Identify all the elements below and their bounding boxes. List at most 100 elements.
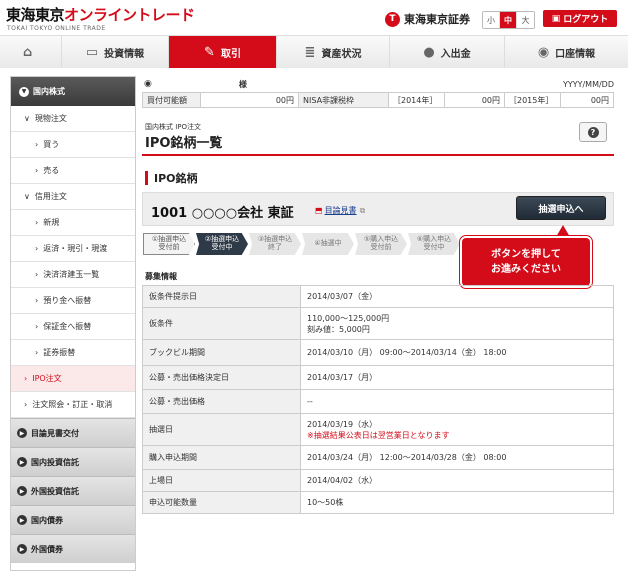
chevron-right-icon: ›	[24, 374, 28, 383]
row-label: 購入申込期間	[142, 445, 301, 470]
logo[interactable]: 東海東京オンライントレード	[6, 4, 195, 25]
home-icon: ⌂	[22, 44, 33, 60]
table-row: 公募・売出価格決定日 2014/03/17（月）	[142, 365, 614, 390]
row-value: 2014/03/10（月） 09:00～2014/03/14（金） 18:00	[300, 339, 614, 366]
sidebar-item-to-deposit[interactable]: › 預り金へ振替	[11, 288, 135, 314]
sidebar-item-to-margin[interactable]: › 保証金へ振替	[11, 314, 135, 340]
prospectus-label: 目論見書	[324, 206, 357, 215]
nav-account-info[interactable]: ◉ 口座情報	[505, 36, 628, 68]
user-icon: ◉	[144, 79, 152, 89]
logout-label: ログアウト	[563, 15, 609, 25]
nav-label: 入出金	[440, 48, 471, 60]
logout-button[interactable]: ▣ ログアウト	[543, 10, 617, 27]
font-size-large-button[interactable]: 大	[517, 12, 534, 28]
sidebar-section-foreign-bond[interactable]: ▶ 外国債券	[11, 534, 135, 563]
chevron-right-icon: ›	[35, 296, 39, 305]
sidebar-item-genbutsu[interactable]: ∨ 現物注文	[11, 106, 135, 132]
sidebar-section-label: 国内債券	[31, 515, 63, 525]
nav-label: 口座情報	[555, 48, 596, 60]
nav-investment-info[interactable]: ▭ 投資情報	[62, 36, 169, 68]
chevron-right-icon: ›	[24, 400, 28, 409]
row-label: 公募・売出価格決定日	[142, 365, 301, 390]
chevron-right-icon: ▶	[17, 544, 27, 554]
step-4: ④抽選中	[302, 233, 354, 255]
step-line2: 受付中	[423, 243, 445, 251]
row-value: 110,000～125,000円	[307, 313, 390, 323]
sidebar-item-label: 決済済建玉一覧	[43, 270, 100, 279]
nav-trade[interactable]: ✎ 取引	[169, 36, 277, 68]
sidebar-section-domestic-fund[interactable]: ▶ 国内投資信託	[11, 447, 135, 476]
piggybank-icon: ●	[423, 44, 435, 60]
sidebar-item-label: 預り金へ振替	[43, 296, 92, 305]
sidebar-item-buy[interactable]: › 買う	[11, 132, 135, 158]
sidebar-item-securities-transfer[interactable]: › 証券振替	[11, 340, 135, 366]
logo-jp: 東海東京	[6, 6, 65, 24]
row-label: ブックビル期間	[142, 339, 301, 366]
brand-mark-icon: T	[385, 11, 400, 27]
chevron-right-icon: ▶	[17, 486, 27, 496]
row-value: 2014/03/24（月） 12:00～2014/03/28（金） 08:00	[300, 445, 614, 470]
chevron-right-icon: ▶	[17, 428, 27, 438]
nav-assets[interactable]: ≣ 資産状況	[277, 36, 390, 68]
chevron-down-icon: ▼	[19, 86, 29, 97]
sidebar-head-label: 国内株式	[33, 87, 65, 96]
step-6: ⑥購入申込 受付中	[408, 233, 460, 255]
nav-label: 取引	[220, 48, 241, 60]
row-value: 2014/03/07（金）	[300, 285, 614, 308]
sidebar-item-ipo[interactable]: › IPO注文	[11, 366, 135, 392]
row-label: 抽選日	[142, 413, 301, 446]
sidebar-item-repay[interactable]: › 返済・現引・現渡	[11, 236, 135, 262]
nisa-value-2014: 00円	[445, 93, 505, 107]
row-value: --	[300, 389, 614, 414]
user-icon: ◉	[537, 44, 550, 60]
nisa-year-2014: ［2014年］	[389, 93, 445, 107]
row-value: 10～50株	[300, 491, 614, 514]
instruction-callout: ボタンを押して お進みください	[460, 236, 592, 288]
font-size-small-button[interactable]: 小	[483, 12, 500, 28]
sidebar-item-label: 買う	[43, 140, 60, 149]
lottery-note: ※抽選結果公表日は翌営業日となります	[307, 430, 450, 440]
global-nav: ⌂ ▭ 投資情報 ✎ 取引 ≣ 資産状況 ● 入出金 ◉ 口座情報	[0, 36, 628, 68]
brand-name: 東海東京証券	[404, 13, 470, 26]
step-line2: 受付中	[211, 243, 233, 251]
logout-icon: ▣	[551, 13, 561, 24]
table-row: 上場日 2014/04/02（水）	[142, 469, 614, 492]
chevron-down-icon: ∨	[24, 192, 30, 201]
sidebar-item-shinyo[interactable]: ∨ 信用注文	[11, 184, 135, 210]
sidebar-section-foreign-fund[interactable]: ▶ 外国投資信託	[11, 476, 135, 505]
nav-label: 資産状況	[321, 48, 362, 60]
nisa-label: NISA非課税枠	[299, 93, 389, 107]
title-divider	[142, 154, 614, 156]
step-line2: 受付前	[370, 243, 392, 251]
prospectus-link[interactable]: ⬒ 目論見書 ⧉	[315, 205, 365, 216]
sidebar-item-new[interactable]: › 新規	[11, 210, 135, 236]
header: 東海東京オンライントレード TOKAI TOKYO ONLINE TRADE T…	[0, 0, 628, 36]
step-1: ①抽選申込 受付前	[143, 233, 195, 255]
row-value: 2014/03/17（月）	[300, 365, 614, 390]
sidebar-section-domestic-bond[interactable]: ▶ 国内債券	[11, 505, 135, 534]
sidebar-section-prospectus[interactable]: ▶ 目論見書交付	[11, 418, 135, 447]
apply-lottery-button[interactable]: 抽選申込へ	[516, 196, 606, 220]
row-label: 仮条件提示日	[142, 285, 301, 308]
row-label: 仮条件	[142, 307, 301, 340]
sidebar-item-label: 現物注文	[34, 114, 67, 123]
sidebar-item-sell[interactable]: › 売る	[11, 158, 135, 184]
sidebar-item-order-inquiry[interactable]: › 注文照会・訂正・取消	[11, 392, 135, 418]
nav-deposit[interactable]: ● 入出金	[390, 36, 505, 68]
row-value: 2014/04/02（水）	[300, 469, 614, 492]
sidebar-item-label: 信用注文	[34, 192, 67, 201]
font-size-medium-button[interactable]: 中	[500, 12, 517, 28]
row-value: 2014/03/19（水）	[307, 419, 378, 429]
sidebar-item-label: 保証金へ振替	[43, 322, 92, 331]
sidebar-head-domestic-stock[interactable]: ▼ 国内株式	[11, 77, 135, 106]
help-button[interactable]: ?	[579, 122, 607, 142]
balance-bar: 買付可能額 00円 NISA非課税枠 ［2014年］ 00円 ［2015年］ 0…	[142, 92, 614, 108]
sidebar-item-settled-list[interactable]: › 決済済建玉一覧	[11, 262, 135, 288]
help-icon: ?	[587, 126, 599, 138]
nav-home[interactable]: ⌂	[0, 36, 62, 68]
sidebar: ▼ 国内株式 ∨ 現物注文 › 買う › 売る ∨ 信用注文 › 新規 › 返済・現引・現渡 …	[10, 76, 136, 571]
table-row: 購入申込期間 2014/03/24（月） 12:00～2014/03/28（金） …	[142, 445, 614, 470]
sidebar-section-label: 外国債券	[31, 544, 63, 554]
sidebar-item-label: 証券振替	[43, 348, 76, 357]
row-label: 申込可能数量	[142, 491, 301, 514]
